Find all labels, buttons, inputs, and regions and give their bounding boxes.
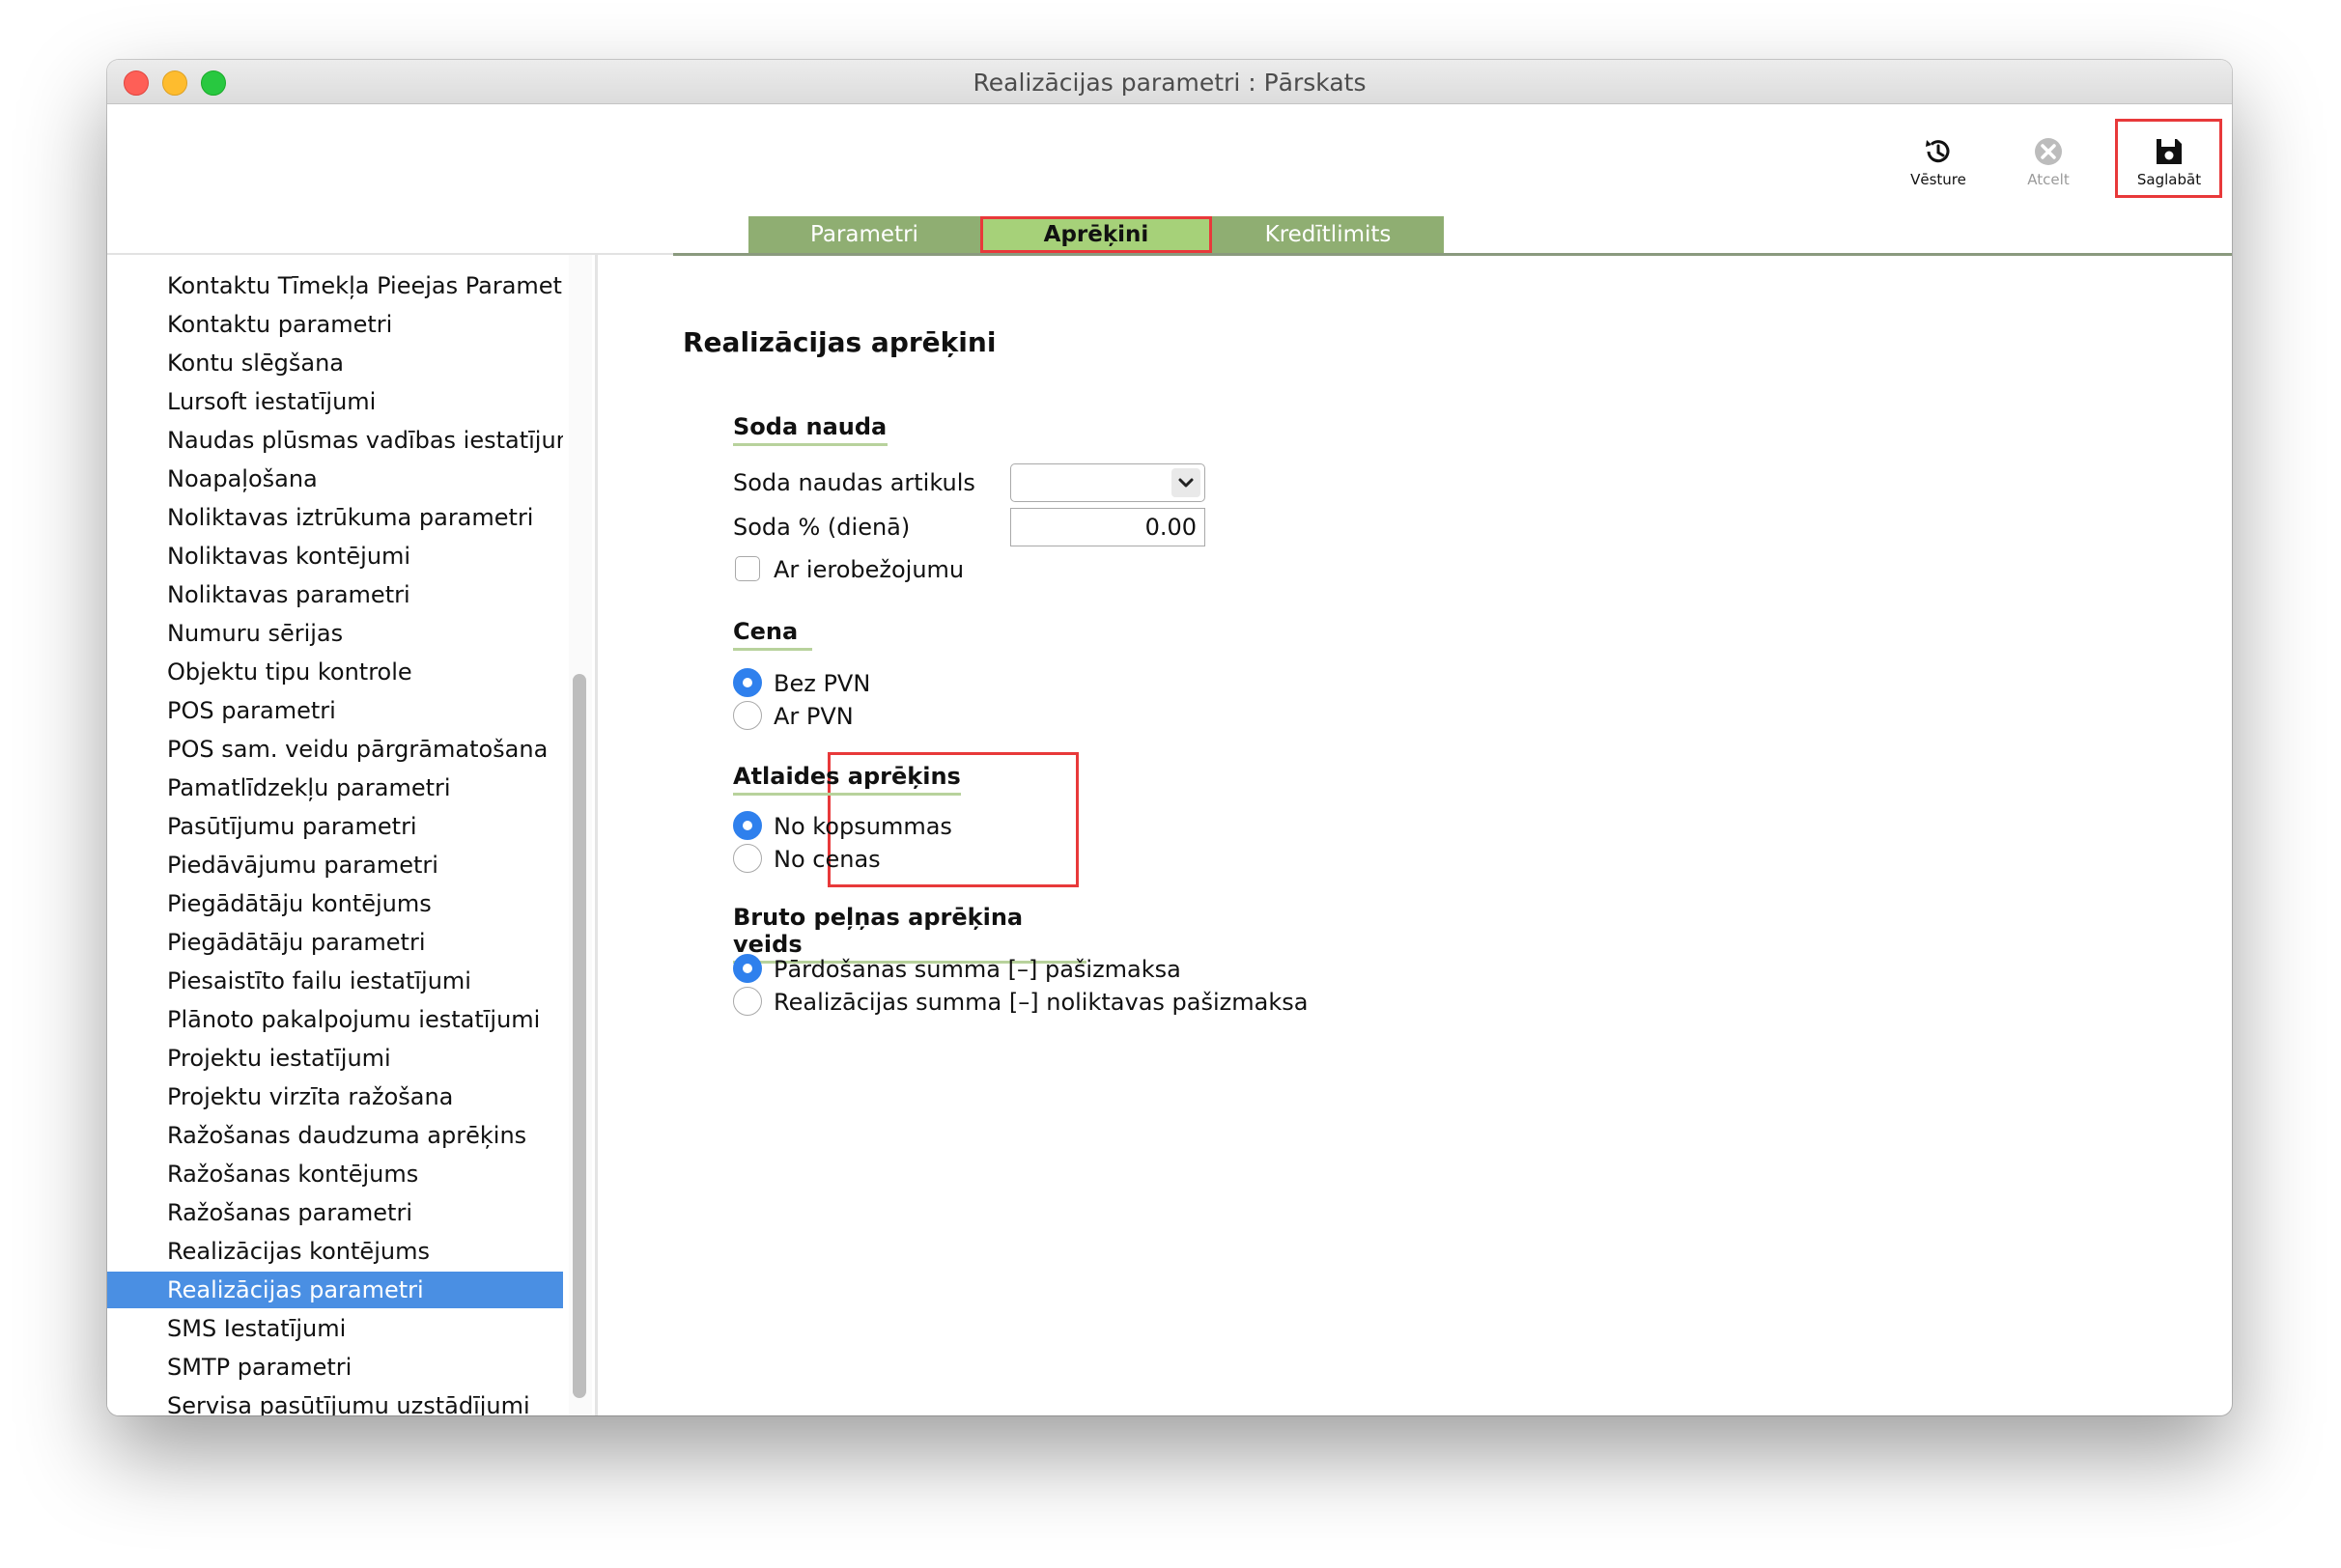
sidebar-item[interactable]: Plānoto pakalpojumu iestatījumi	[107, 1001, 563, 1038]
history-button[interactable]: Vēsture	[1890, 135, 1987, 203]
sidebar-item[interactable]: Ražošanas kontējums	[107, 1156, 563, 1192]
sidebar: Kontaktu Tīmekļa Pieejas Parametri Kontak…	[107, 255, 595, 1415]
sidebar-item[interactable]: Piegādātāju parametri	[107, 924, 563, 961]
bruto-heading: Bruto peļņas aprēķina veids	[733, 904, 1086, 964]
sidebar-item[interactable]: Realizācijas parametri	[107, 1272, 563, 1308]
sidebar-item[interactable]: Piesaistīto failu iestatījumi	[107, 963, 563, 999]
soda-percent-label: Soda % (dienā)	[733, 514, 911, 541]
tab-aprekini[interactable]: Aprēķini	[980, 216, 1212, 253]
cancel-button[interactable]: Atcelt	[2000, 135, 2097, 203]
sidebar-item[interactable]: Projektu iestatījumi	[107, 1040, 563, 1077]
sidebar-item[interactable]: POS sam. veidu pārgrāmatošana	[107, 731, 563, 768]
soda-artikuls-label: Soda naudas artikuls	[733, 469, 975, 496]
ar-ierobezojumu-checkbox[interactable]	[735, 556, 760, 581]
sidebar-item[interactable]: Ražošanas parametri	[107, 1194, 563, 1231]
section-title: Realizācijas aprēķini	[683, 326, 997, 358]
soda-heading: Soda nauda	[733, 413, 888, 446]
sidebar-item[interactable]: Noapaļošana	[107, 461, 563, 497]
sidebar-item[interactable]: Kontu slēgšana	[107, 345, 563, 381]
atlaides-heading: Atlaides aprēķins	[733, 763, 961, 796]
sidebar-item[interactable]: Lursoft iestatījumi	[107, 383, 563, 420]
bruto-realizacijas-radio[interactable]	[733, 987, 762, 1016]
tab-kreditlimits[interactable]: Kredītlimits	[1212, 216, 1444, 253]
cancel-label: Atcelt	[2027, 171, 2070, 188]
tab-parametri[interactable]: Parametri	[748, 216, 980, 253]
atlaides-no-kopsummas-radio[interactable]	[733, 811, 762, 840]
atlaides-no-cenas-radio[interactable]	[733, 844, 762, 873]
bruto-realizacijas-label: Realizācijas summa [–] noliktavas pašizm…	[774, 989, 1309, 1016]
cena-ar-pvn-label: Ar PVN	[774, 703, 854, 730]
sidebar-item[interactable]: Pamatlīdzekļu parametri	[107, 770, 563, 806]
soda-percent-input[interactable]: 0.00	[1010, 508, 1205, 546]
sidebar-item[interactable]: Ražošanas daudzuma aprēķins	[107, 1117, 563, 1154]
cena-bez-pvn-radio[interactable]	[733, 668, 762, 697]
sidebar-item[interactable]: Noliktavas parametri	[107, 576, 563, 613]
bruto-pardosanas-radio[interactable]	[733, 954, 762, 983]
history-icon	[1926, 140, 1950, 163]
window-title: Realizācijas parametri : Pārskats	[973, 69, 1367, 97]
title-bar: Realizācijas parametri : Pārskats	[107, 60, 2232, 104]
sidebar-item[interactable]: Noliktavas kontējumi	[107, 538, 563, 574]
sidebar-item[interactable]: Servisa pasūtījumu uzstādījumi	[107, 1387, 563, 1415]
sidebar-item[interactable]: POS parametri	[107, 692, 563, 729]
sidebar-item[interactable]: Piedāvājumu parametri	[107, 847, 563, 883]
sidebar-scroll-thumb[interactable]	[573, 674, 586, 1398]
sidebar-item[interactable]: SMTP parametri	[107, 1349, 563, 1386]
history-label: Vēsture	[1910, 171, 1966, 188]
sidebar-item[interactable]: Projektu virzīta ražošana	[107, 1078, 563, 1115]
atlaides-no-cenas-label: No cenas	[774, 846, 881, 873]
cena-ar-pvn-radio[interactable]	[733, 701, 762, 730]
sidebar-item[interactable]: Noliktavas iztrūkuma parametri	[107, 499, 563, 536]
sidebar-item[interactable]: Numuru sērijas	[107, 615, 563, 652]
sidebar-item[interactable]: Objektu tipu kontrole	[107, 654, 563, 690]
sidebar-item[interactable]: SMS Iestatījumi	[107, 1310, 563, 1347]
app-window: Realizācijas parametri : Pārskats Vēstur…	[107, 60, 2232, 1415]
cena-heading: Cena	[733, 618, 812, 651]
ar-ierobezojumu-label: Ar ierobežojumu	[774, 556, 965, 583]
bruto-pardosanas-label: Pārdošanas summa [–] pašizmaksa	[774, 956, 1181, 983]
sidebar-item[interactable]: Kontaktu parametri	[107, 306, 563, 343]
soda-artikuls-select[interactable]	[1010, 463, 1205, 502]
sidebar-item[interactable]: Realizācijas kontējums	[107, 1233, 563, 1270]
sidebar-divider	[595, 255, 598, 1415]
sidebar-item[interactable]: Naudas plūsmas vadības iestatījumi	[107, 422, 563, 459]
sidebar-item[interactable]: Pasūtījumu parametri	[107, 808, 563, 845]
sidebar-item[interactable]: Piegādātāju kontējums	[107, 885, 563, 922]
save-highlight-box	[2115, 119, 2222, 198]
atlaides-no-kopsummas-label: No kopsummas	[774, 813, 952, 840]
cancel-icon	[2035, 138, 2062, 165]
chevron-down-icon	[1171, 468, 1200, 497]
tabs-underline	[673, 253, 2232, 256]
sidebar-item[interactable]: Kontaktu Tīmekļa Pieejas Parametri	[107, 267, 563, 304]
cena-bez-pvn-label: Bez PVN	[774, 670, 871, 697]
